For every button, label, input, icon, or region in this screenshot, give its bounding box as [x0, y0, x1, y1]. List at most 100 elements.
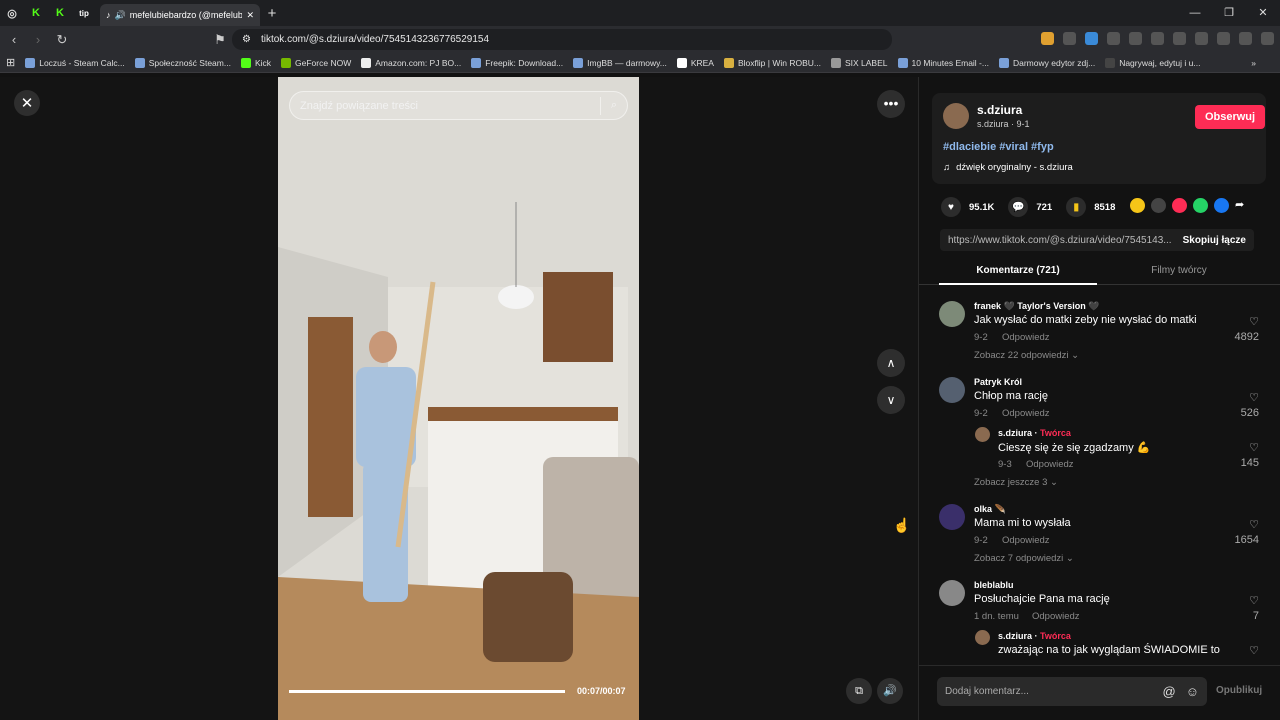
commenter-name[interactable]: bleblablu	[974, 580, 1014, 590]
commenter-name[interactable]: Patryk Król	[974, 377, 1022, 387]
author-avatar[interactable]	[943, 103, 969, 129]
reply-button[interactable]: Odpowiedz	[1032, 611, 1080, 622]
bookmark-item[interactable]: Bloxflip | Win ROBU...	[723, 57, 821, 68]
active-tab[interactable]: ♪ 🔊 mefelubiebardzo (@mefelub ✕	[100, 4, 260, 26]
reply-button[interactable]: Odpowiedz	[1002, 408, 1050, 419]
close-viewer-button[interactable]: ✕	[14, 90, 40, 116]
reply-button[interactable]: Odpowiedz	[1002, 535, 1050, 546]
bookmark-icon[interactable]: ⚑	[210, 32, 230, 48]
commenter-avatar[interactable]	[939, 580, 965, 606]
commenter-avatar[interactable]	[939, 504, 965, 530]
extension-icon[interactable]	[1085, 32, 1098, 45]
bookmark-item[interactable]: ImgBB — darmowy...	[573, 57, 667, 68]
kick-tab-icon[interactable]: K	[24, 0, 48, 26]
opera-menu-icon[interactable]: ◎	[0, 0, 24, 26]
bookmark-item[interactable]: Społeczność Steam...	[134, 57, 231, 68]
next-video-button[interactable]: ∨	[877, 386, 905, 414]
bookmark-item[interactable]: SIX LABEL	[830, 57, 888, 68]
mini-player-button[interactable]: ⧉	[846, 678, 872, 704]
bookmark-item[interactable]: 10 Minutes Email -...	[897, 57, 989, 68]
site-info-icon[interactable]: ⚙	[242, 34, 251, 45]
kick-tab-icon-2[interactable]: K	[48, 0, 72, 26]
reply-like-icon[interactable]: ♡	[1219, 441, 1259, 454]
reply-button[interactable]: Odpowiedz	[1002, 332, 1050, 343]
bookmark-item[interactable]: Loczuś - Steam Calc...	[25, 57, 125, 68]
apps-icon[interactable]: ⊞	[6, 56, 15, 69]
post-comment-button[interactable]: Opublikuj	[1216, 685, 1262, 696]
commenter-avatar[interactable]	[939, 301, 965, 327]
minimize-button[interactable]: —	[1178, 0, 1212, 26]
send-icon[interactable]	[1172, 198, 1187, 213]
menu-icon[interactable]	[1261, 32, 1274, 45]
video-link[interactable]: https://www.tiktok.com/@s.dziura/video/7…	[948, 235, 1183, 246]
tab-comments[interactable]: Komentarze (721)	[939, 265, 1097, 276]
bookmark-item[interactable]: Amazon.com: PJ BO...	[361, 57, 461, 68]
extension-icon[interactable]	[1195, 32, 1208, 45]
view-more-replies-button[interactable]: Zobacz jeszcze 3 ⌄	[974, 477, 1058, 488]
share-arrow-icon[interactable]: ➦	[1235, 198, 1250, 213]
extension-icon[interactable]	[1217, 32, 1230, 45]
extension-icon[interactable]	[1129, 32, 1142, 45]
reply-avatar[interactable]	[975, 427, 990, 442]
audio-playing-icon[interactable]: 🔊	[115, 10, 126, 21]
bookmark-item[interactable]: KREA	[676, 57, 714, 68]
comment-like-icon[interactable]: ♡	[1219, 315, 1259, 328]
reload-button[interactable]: ↻	[52, 32, 72, 48]
view-replies-button[interactable]: Zobacz 22 odpowiedzi ⌄	[974, 350, 1079, 361]
related-search-bar[interactable]: Znajdź powiązane treści ⌕	[289, 91, 628, 120]
bookmark-item[interactable]: Darmowy edytor zdj...	[998, 57, 1095, 68]
copy-link-button[interactable]: Skopiuj łącze	[1183, 235, 1254, 246]
previous-video-button[interactable]: ∧	[877, 349, 905, 377]
mention-icon[interactable]: @	[1163, 684, 1176, 699]
bookmark-save-icon[interactable]: ▮	[1066, 197, 1087, 217]
bookmarks-overflow-icon[interactable]: »	[1251, 58, 1256, 68]
commenter-name[interactable]: franek 🖤 Taylor's Version 🖤	[974, 301, 1099, 312]
emoji-icon[interactable]: ☺	[1186, 684, 1199, 699]
close-tab-icon[interactable]: ✕	[246, 10, 254, 21]
bookmark-item[interactable]: Freepik: Download...	[471, 57, 563, 68]
hashtags[interactable]: #dlaciebie #viral #fyp	[943, 141, 1054, 153]
reply-author[interactable]: s.dziura · Twórca	[998, 631, 1071, 641]
maximize-button[interactable]: ❐	[1212, 0, 1246, 26]
like-icon[interactable]: ♥	[941, 197, 961, 217]
embed-icon[interactable]	[1151, 198, 1166, 213]
extension-icon[interactable]	[1041, 32, 1054, 45]
new-tab-button[interactable]: +	[260, 5, 284, 22]
extension-icon[interactable]	[1107, 32, 1120, 45]
commenter-avatar[interactable]	[939, 377, 965, 403]
comment-like-icon[interactable]: ♡	[1219, 594, 1259, 607]
close-window-button[interactable]: ✕	[1246, 0, 1280, 26]
reply-avatar[interactable]	[975, 630, 990, 645]
tab-creator-videos[interactable]: Filmy twórcy	[1099, 265, 1259, 276]
sound-link[interactable]: ♫ dźwięk oryginalny - s.dziura	[943, 162, 1073, 173]
extension-icon[interactable]	[1063, 32, 1076, 45]
tip-tab-icon[interactable]: tip	[72, 0, 96, 26]
comment-like-icon[interactable]: ♡	[1219, 518, 1259, 531]
extension-icon[interactable]	[1239, 32, 1252, 45]
comment-like-icon[interactable]: ♡	[1219, 391, 1259, 404]
follow-button[interactable]: Obserwuj	[1195, 105, 1265, 129]
whatsapp-icon[interactable]	[1193, 198, 1208, 213]
author-name[interactable]: s.dziura	[977, 103, 1022, 117]
more-options-button[interactable]: •••	[877, 90, 905, 118]
url-field[interactable]: ⚙ tiktok.com/@s.dziura/video/75451432367…	[232, 29, 892, 50]
reply-like-icon[interactable]: ♡	[1219, 644, 1259, 657]
search-icon[interactable]: ⌕	[611, 99, 617, 112]
reply-button[interactable]: Odpowiedz	[1026, 459, 1074, 470]
bookmark-item[interactable]: Kick	[240, 57, 271, 68]
coin-share-icon[interactable]	[1130, 198, 1145, 213]
back-button[interactable]: ‹	[4, 32, 24, 47]
commenter-name[interactable]: olka 🪶	[974, 504, 1006, 515]
view-replies-button[interactable]: Zobacz 7 odpowiedzi ⌄	[974, 553, 1074, 564]
comment-icon[interactable]: 💬	[1008, 197, 1029, 217]
progress-bar[interactable]	[289, 690, 565, 693]
bookmark-item[interactable]: GeForce NOW	[281, 57, 351, 68]
volume-button[interactable]: 🔊	[877, 678, 903, 704]
search-input[interactable]: Znajdź powiązane treści	[300, 100, 600, 112]
bookmark-item[interactable]: Nagrywaj, edytuj i u...	[1105, 57, 1200, 68]
extension-icon[interactable]	[1173, 32, 1186, 45]
comment-input[interactable]: Dodaj komentarz... @ ☺	[937, 677, 1207, 706]
extension-icon[interactable]	[1151, 32, 1164, 45]
facebook-icon[interactable]	[1214, 198, 1229, 213]
forward-button[interactable]: ›	[28, 32, 48, 47]
